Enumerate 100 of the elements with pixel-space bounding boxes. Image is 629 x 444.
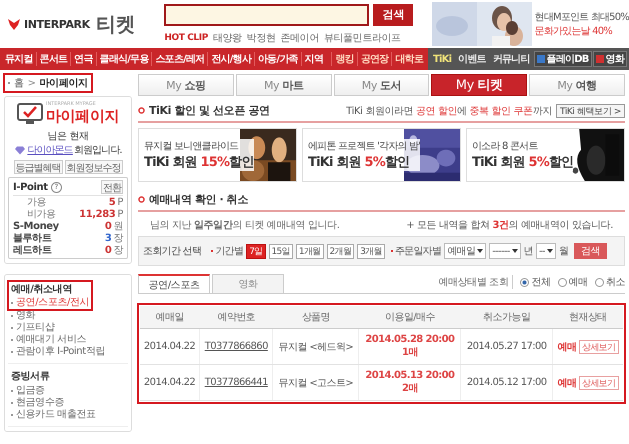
booking-number-link[interactable]: T0377866860 (204, 341, 268, 352)
point-label: 블루하트 (13, 232, 52, 245)
breadcrumb-current: 마이페이지 (40, 77, 88, 90)
tiki-benefits-button[interactable]: TiKi 혜택보기 > (556, 104, 625, 118)
menu-item[interactable]: 공연/스포츠/전시 (11, 297, 90, 309)
status-filter-label: 예매상태별 조회 (438, 275, 514, 289)
convert-button[interactable]: 전환 (101, 180, 123, 194)
point-unit: P (117, 196, 123, 208)
nav-item[interactable]: 커뮤니티 (490, 52, 533, 66)
search-field[interactable] (164, 4, 370, 26)
logo-text[interactable]: INTERPARK (24, 18, 90, 30)
ad-text[interactable]: 현대M포인트 최대50% (534, 10, 629, 24)
period-button[interactable]: 7일 (246, 244, 266, 258)
nav-item[interactable]: 랭킹 (331, 52, 357, 66)
mypage-button[interactable]: 회원정보수정 (64, 160, 122, 174)
menu-item[interactable]: 신용카드 매출전표 (8, 409, 128, 421)
year-unit: 년 (524, 245, 533, 258)
nav-item[interactable]: 콘서트 (36, 52, 70, 66)
tab[interactable]: My 도서 (334, 74, 430, 96)
nav-item[interactable]: 전시/행사 (207, 52, 254, 66)
month-unit: 월 (558, 245, 568, 258)
status-radio[interactable]: 전체 (520, 275, 551, 289)
hot-clip-link[interactable]: 태양왕 (212, 30, 242, 44)
grade-link[interactable]: 다이아몬드 (27, 143, 73, 157)
nav-button[interactable]: 영화 (592, 51, 627, 67)
menu-item[interactable]: 영화 (8, 310, 128, 322)
nav-item[interactable]: 클래식/무용 (96, 52, 152, 66)
breadcrumb-link[interactable]: 홈 (14, 76, 24, 90)
menu-heading: 증빙서류 (11, 370, 50, 383)
summary-text: + 모든 내역을 합쳐 3건의 예매내역이 있습니다. (406, 219, 613, 232)
nav-item[interactable]: 연극 (70, 52, 96, 66)
point-label: 비가용 (26, 208, 56, 221)
nav-item[interactable]: 공연장 (356, 52, 392, 66)
nav-item[interactable]: 이벤트 (455, 52, 489, 66)
booking-number-link[interactable]: T0377866441 (204, 377, 268, 388)
square-icon (596, 55, 604, 63)
ad-text[interactable]: 문화가있는날 40% (534, 24, 629, 38)
period-button[interactable]: 2개월 (326, 244, 354, 258)
tab[interactable]: My 쇼핑 (138, 74, 234, 96)
year-select[interactable]: ------ (489, 243, 521, 259)
banner-discount: TiKi 회원 15%할인 (144, 153, 254, 171)
table-cell: 2014.05.27 17:00 (460, 328, 553, 364)
table-cell: 뮤지컬 <고스트> (272, 364, 359, 400)
search-button[interactable]: 검색 (373, 4, 414, 26)
hot-clip-link[interactable]: 뷰티풀민트라이프 (324, 30, 401, 44)
month-select[interactable]: -- (536, 243, 556, 259)
status-radio[interactable]: 예매 (558, 275, 588, 289)
ticket-count: 1매 (401, 346, 419, 359)
status-radio[interactable]: 취소 (594, 275, 625, 289)
radio-icon[interactable] (594, 278, 604, 286)
table-cell: 2014.04.22 (140, 328, 200, 364)
promo-banner[interactable]: 에피톤 프로젝트 '각자의 밤' TiKi 회원 5%할인 (302, 128, 461, 182)
column-header: 현재상태 (552, 306, 623, 328)
promo-banner[interactable]: 이소라 8 콘서트 TiKi 회원 5%할인 (466, 128, 625, 182)
hot-clip-label: HOT CLIP (164, 32, 208, 42)
mypage-title: 마이페이지 (46, 107, 119, 126)
status-text: 예매 (558, 378, 576, 388)
radio-icon[interactable] (558, 278, 567, 286)
column-header: 취소가능일 (460, 306, 553, 328)
tab[interactable]: 공연/스포츠 (138, 274, 210, 293)
tab[interactable]: My 티켓 (431, 74, 528, 96)
table-cell: 뮤지컬 <헤드윅> (272, 328, 359, 364)
date-type-select[interactable]: 예매일 (444, 243, 486, 259)
search-button[interactable]: 검색 (574, 243, 607, 259)
radio-icon[interactable] (520, 278, 530, 286)
tab[interactable]: 영화 (212, 274, 284, 293)
nav-item[interactable]: 지역 (300, 52, 326, 66)
service-title[interactable]: 티켓 (96, 10, 135, 38)
menu-item[interactable]: 입금증 (8, 385, 128, 397)
point-label: S-Money (13, 220, 59, 232)
promo-banner[interactable]: 뮤지컬 보니앤클라이드 TiKi 회원 15%할인 (138, 128, 297, 182)
table-cell: 2014.05.12 17:00 (460, 364, 553, 400)
hot-clip-link[interactable]: 박정현 (246, 30, 276, 44)
detail-button[interactable]: 상세보기 (578, 376, 619, 390)
period-button[interactable]: 3개월 (357, 244, 385, 258)
tiki-note: TiKi 회원이라면 공연 할인에 중복 할인 쿠폰까지 (346, 104, 552, 118)
nav-item[interactable]: 대학로 (391, 52, 426, 66)
diamond-icon (14, 146, 26, 154)
nav-item[interactable]: 스포츠/레저 (151, 52, 208, 66)
nav-button[interactable]: 플레이DB (534, 51, 592, 67)
section-title: TiKi 할인 및 선오픈 공연 (149, 103, 270, 118)
menu-item[interactable]: 현금영수증 (8, 397, 128, 409)
ticket-count: 2매 (401, 382, 419, 395)
period-button[interactable]: 1개월 (296, 244, 324, 258)
caret-icon (477, 249, 484, 253)
banner-discount: TiKi 회원 5%할인 (472, 153, 574, 171)
nav-item[interactable]: 아동/가족 (254, 52, 301, 66)
period-button[interactable]: 15일 (268, 244, 293, 258)
tab[interactable]: My 마트 (236, 74, 332, 96)
tab[interactable]: My 여행 (529, 74, 625, 96)
nav-item[interactable]: 뮤지컬 (2, 52, 36, 66)
menu-item[interactable]: 기프티샵 (8, 322, 128, 334)
table-cell: 2014.04.22 (140, 364, 200, 400)
hot-clip-link[interactable]: 존메이어 (280, 30, 319, 44)
menu-item[interactable]: 관람이후 I-Point적립 (8, 346, 128, 358)
nav-item[interactable]: TiKi (430, 54, 454, 64)
bullet-icon (138, 196, 145, 203)
mypage-button[interactable]: 등급별혜택 (14, 160, 62, 174)
menu-item[interactable]: 예매대기 서비스 (8, 334, 128, 346)
detail-button[interactable]: 상세보기 (578, 340, 619, 354)
